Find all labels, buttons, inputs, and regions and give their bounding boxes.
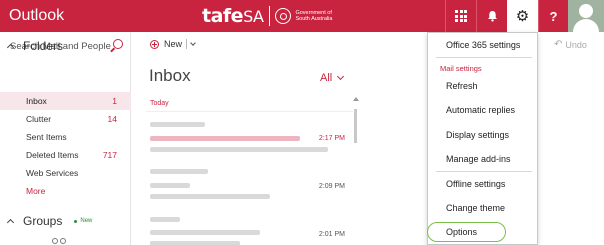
brand-divider <box>269 6 271 26</box>
message-time: 2:09 PM <box>318 183 345 190</box>
sender-redacted <box>150 169 208 174</box>
message-time: 2:01 PM <box>318 231 345 238</box>
chevron-up-icon <box>6 218 15 227</box>
folder-item-more[interactable]: More <box>0 182 131 200</box>
divider <box>186 39 188 49</box>
search-icon[interactable] <box>113 39 123 49</box>
help-button[interactable]: ? <box>538 0 568 32</box>
message-time: 2:17 PM <box>318 135 345 142</box>
settings-menu: Office 365 settings Mail settings Refres… <box>427 32 538 245</box>
settings-button[interactable]: ⚙ <box>507 0 538 32</box>
folder-item-inbox[interactable]: Inbox 1 <box>0 92 131 110</box>
options-highlight-ring <box>427 222 506 242</box>
app-title[interactable]: Outlook <box>9 7 64 25</box>
filter-dropdown[interactable]: All <box>320 72 345 84</box>
tafesa-logo: tafeSA Government of South Australia <box>202 4 332 28</box>
undo-button[interactable]: ↶ Undo <box>554 39 587 50</box>
list-item[interactable]: 2:17 PM <box>146 119 351 159</box>
chevron-down-icon <box>337 72 345 81</box>
subject-redacted <box>150 230 260 235</box>
chevron-down-icon[interactable] <box>190 40 196 46</box>
scrollbar[interactable] <box>353 97 359 245</box>
divider <box>436 57 532 58</box>
message-list: Inbox All Today 2:17 PM 2:09 PM 2:01 PM <box>131 57 359 245</box>
sender-redacted <box>150 122 205 127</box>
undo-icon: ↶ <box>554 39 563 50</box>
list-title: Inbox <box>149 66 191 85</box>
government-seal-icon <box>275 8 292 24</box>
avatar-body <box>573 19 599 32</box>
unread-count: 14 <box>107 114 117 124</box>
folder-item-web-services[interactable]: Web Services <box>0 164 131 182</box>
divider <box>436 171 532 172</box>
groups-icon <box>52 238 72 245</box>
preview-redacted <box>150 147 328 152</box>
gear-icon: ⚙ <box>515 7 530 25</box>
new-badge: New <box>74 218 92 224</box>
scroll-up-arrow-icon <box>353 97 359 101</box>
mail-settings-heading: Mail settings <box>440 64 482 73</box>
avatar[interactable] <box>568 0 604 32</box>
brand-wordmark: tafeSA <box>202 5 264 27</box>
folder-item-clutter[interactable]: Clutter 14 <box>0 110 131 128</box>
subject-redacted <box>150 183 190 188</box>
scrollbar-thumb[interactable] <box>354 109 357 143</box>
plus-icon <box>150 39 159 49</box>
folders-heading[interactable]: Folders <box>6 39 63 53</box>
sender-redacted <box>150 217 180 222</box>
unread-count: 1 <box>112 96 117 106</box>
folder-item-deleted[interactable]: Deleted Items 717 <box>0 146 131 164</box>
avatar-head <box>579 4 593 18</box>
list-item[interactable]: 2:01 PM <box>146 215 351 245</box>
top-bar: Outlook tafeSA Government of South Austra… <box>0 0 604 32</box>
app-launcher-button[interactable] <box>445 0 476 32</box>
notifications-button[interactable] <box>476 0 507 32</box>
government-caption: Government of South Australia <box>295 10 333 22</box>
group-header-today: Today <box>150 100 169 107</box>
subject-redacted <box>150 136 300 141</box>
divider <box>146 111 353 112</box>
list-item[interactable]: 2:09 PM <box>146 167 351 207</box>
folder-item-sent[interactable]: Sent Items <box>0 128 131 146</box>
question-icon: ? <box>549 8 558 24</box>
preview-redacted <box>150 194 270 199</box>
preview-redacted <box>150 241 240 245</box>
groups-heading[interactable]: Groups New <box>6 214 92 228</box>
new-message-button[interactable]: New <box>150 39 196 49</box>
bell-icon <box>487 11 497 22</box>
chevron-up-icon <box>6 43 15 52</box>
app-launcher-icon <box>455 10 467 22</box>
unread-count: 717 <box>102 150 117 160</box>
